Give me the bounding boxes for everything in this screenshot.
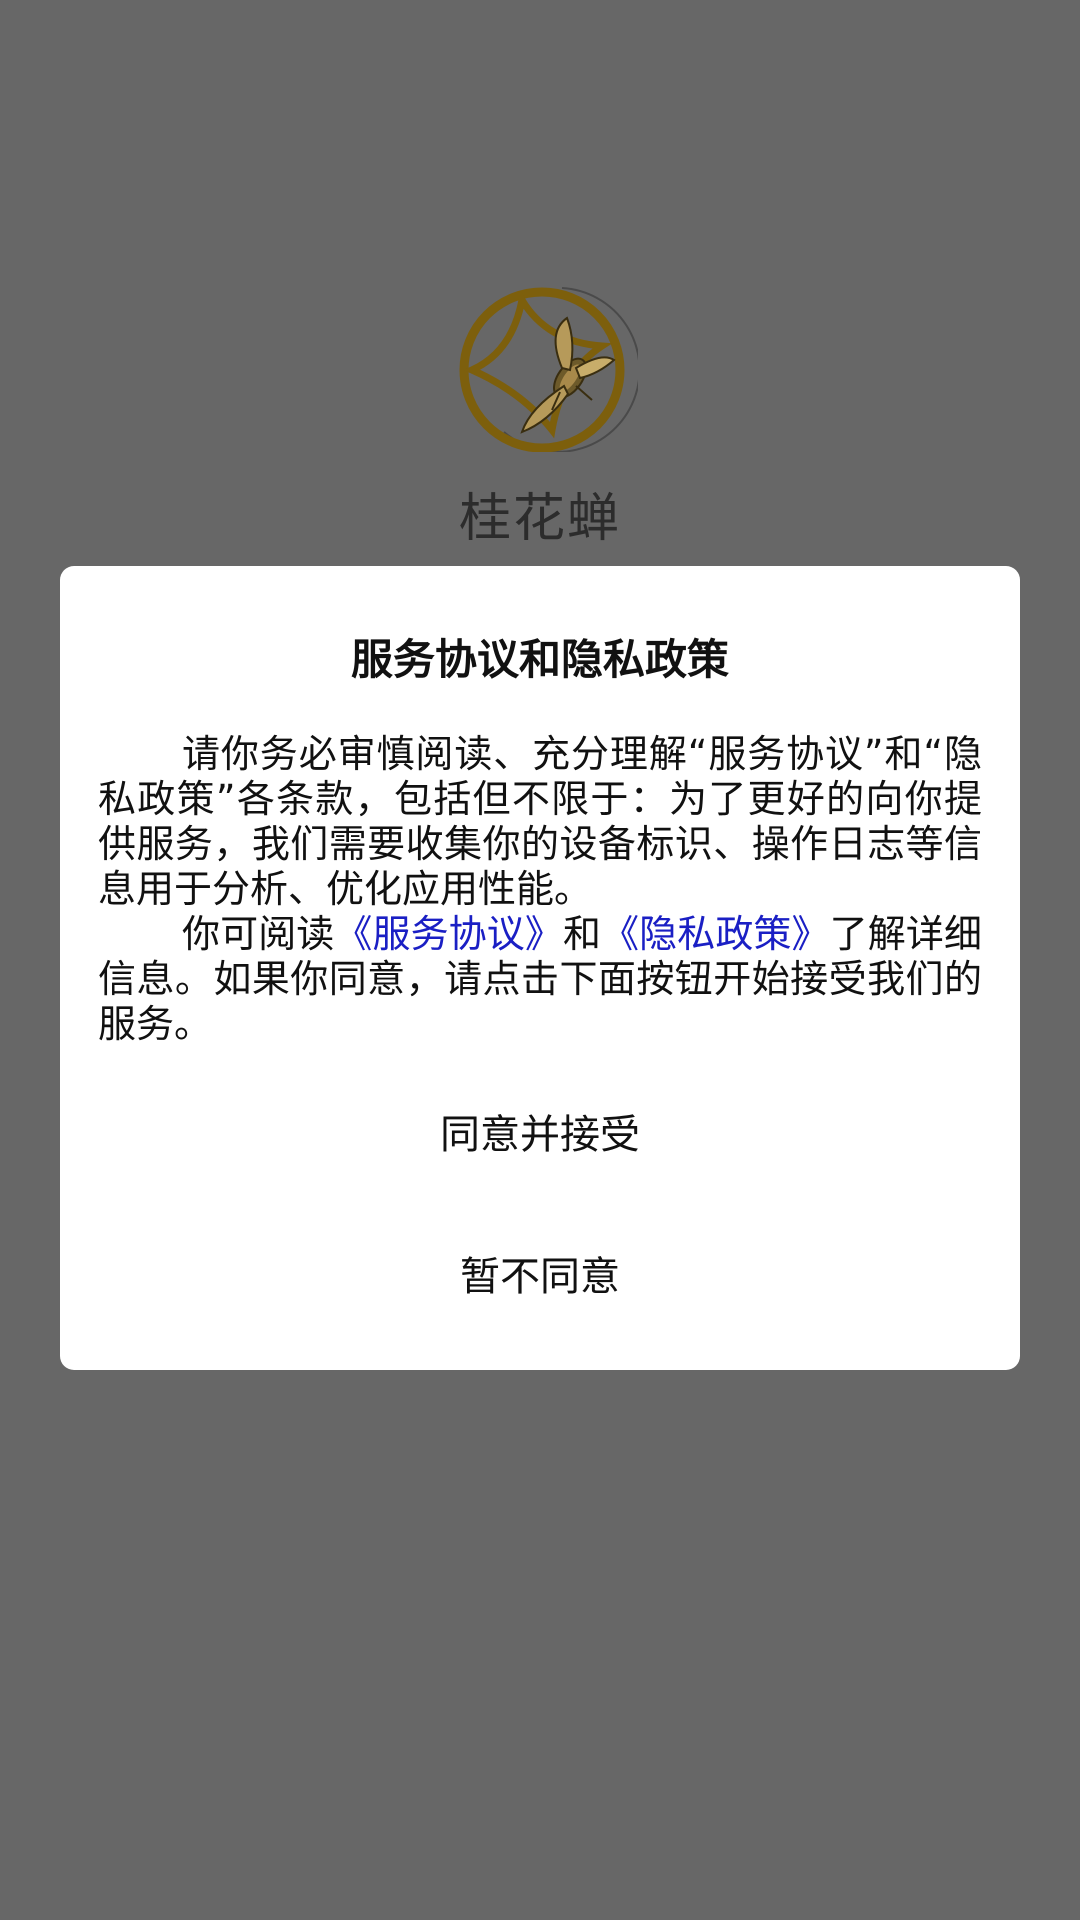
links-prefix: 你可阅读 (182, 912, 335, 956)
links-paragraph: 你可阅读《服务协议》和《隐私政策》了解详细信息。如果你同意，请点击下面按钮开始接… (98, 912, 982, 1047)
dialog-title: 服务协议和隐私政策 (350, 635, 729, 684)
disagree-button[interactable]: 暂不同意 (60, 1222, 1020, 1332)
agree-button[interactable]: 同意并接受 (60, 1080, 1020, 1190)
screen-overlay: 桂花蝉 服务协议和隐私政策 请你务必审慎阅读、充分理解“服务协议”和“隐私政策”… (0, 0, 1080, 1920)
privacy-policy-link[interactable]: 《隐私政策》 (601, 912, 830, 956)
service-agreement-link[interactable]: 《服务协议》 (334, 912, 563, 956)
consent-paragraph: 请你务必审慎阅读、充分理解“服务协议”和“隐私政策”各条款，包括但不限于：为了更… (98, 732, 982, 911)
dialog-body: 请你务必审慎阅读、充分理解“服务协议”和“隐私政策”各条款，包括但不限于：为了更… (98, 732, 982, 1047)
app-name: 桂花蝉 (458, 489, 621, 549)
privacy-dialog: 服务协议和隐私政策 请你务必审慎阅读、充分理解“服务协议”和“隐私政策”各条款，… (60, 566, 1020, 1370)
cicada-logo-icon (452, 282, 641, 453)
links-middle: 和 (562, 912, 602, 956)
